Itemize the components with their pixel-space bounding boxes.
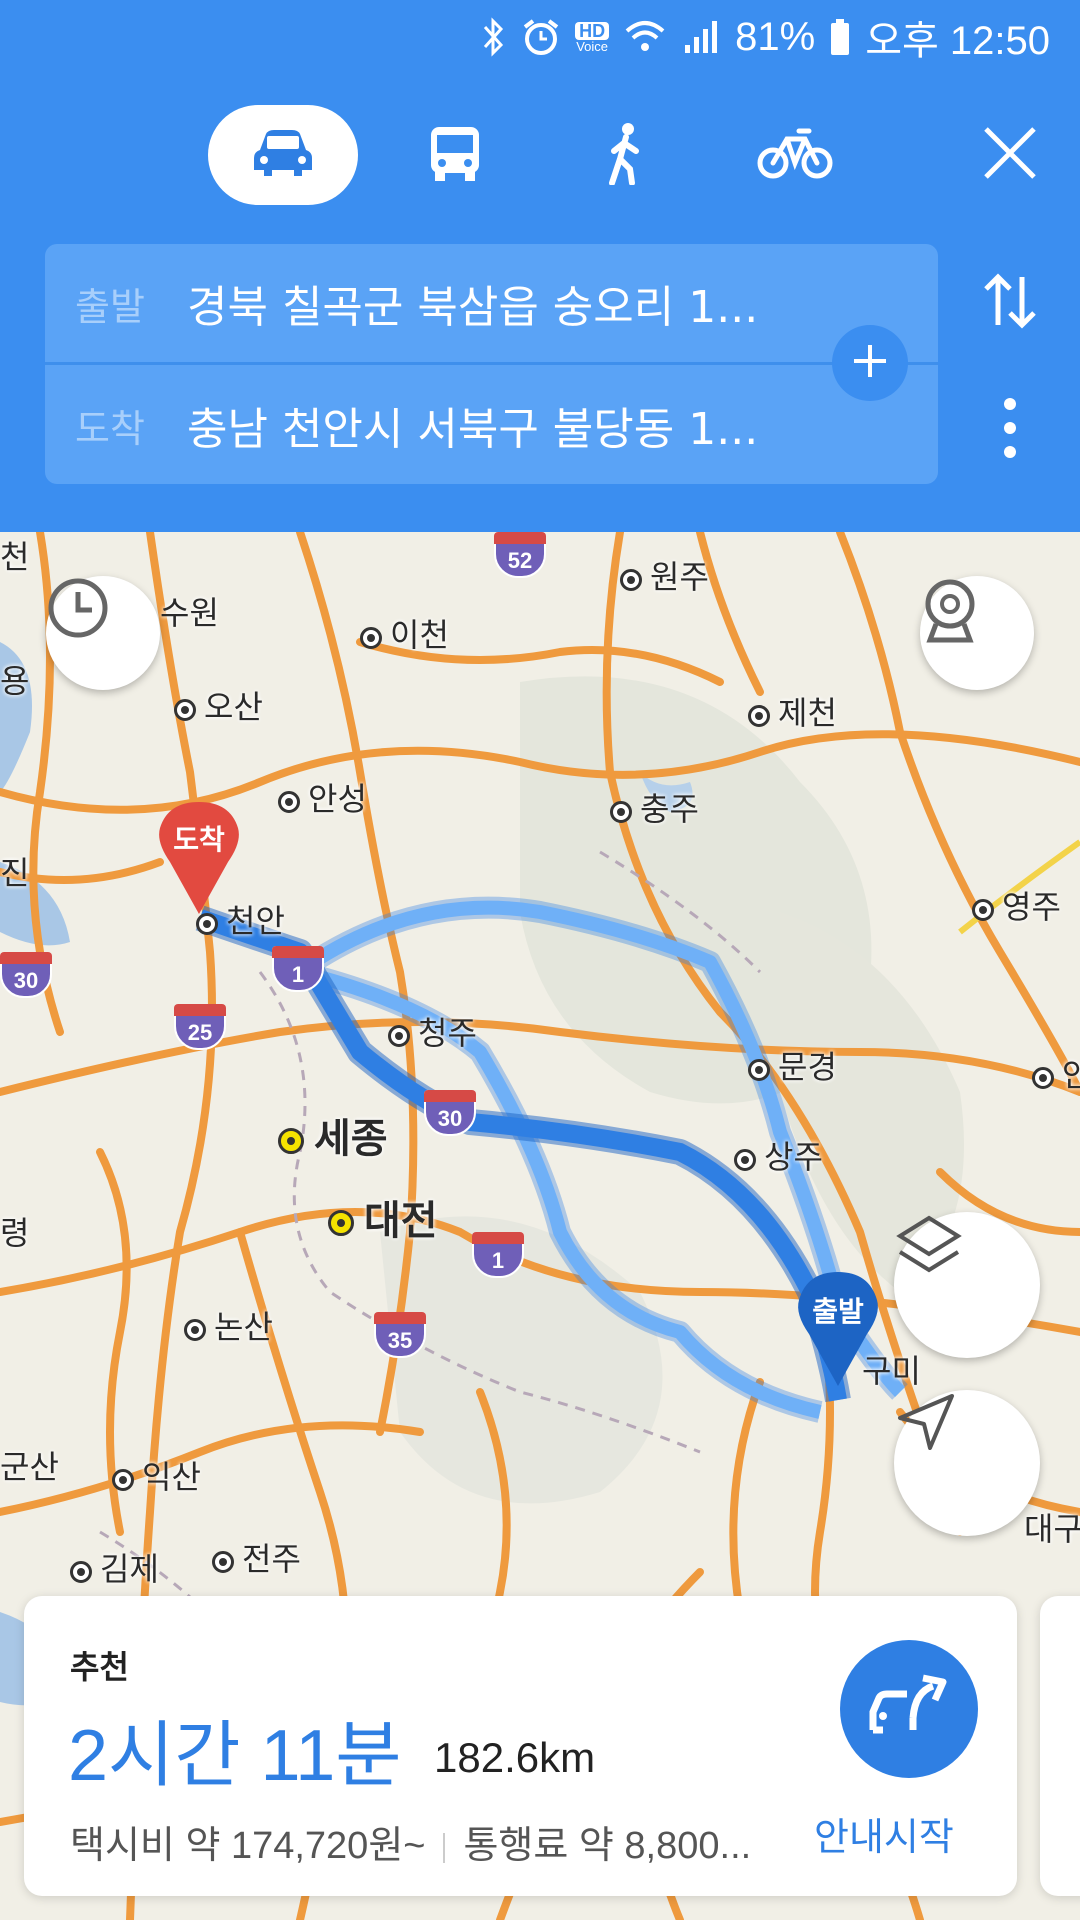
voice-label: Voice [576,38,609,54]
status-bar: HD Voice 81% 오후 12:50 [0,0,1080,72]
city-label: 오산 [174,682,263,728]
highway-shield: 1 [472,1232,524,1278]
my-location-button[interactable] [894,1390,1040,1536]
recommended-tag: 추천 [70,1648,129,1686]
bluetooth-icon [481,17,507,57]
route-header: HD Voice 81% 오후 12:50 출발 경북 칠곡군 북삼읍 숭오리 … [0,0,1080,532]
start-navigation-button[interactable] [840,1640,978,1778]
city-label: 익산 [112,1452,201,1498]
city-label: 세종 [278,1106,388,1164]
city-label: 령 [0,1215,30,1251]
bus-mode-tab[interactable] [395,105,515,205]
map-layers-button[interactable] [894,1212,1040,1358]
start-navigation-label[interactable]: 안내시작 [814,1806,954,1861]
signal-icon [681,17,721,57]
highway-shield: 30 [0,952,52,998]
walk-icon [600,121,650,189]
city-label: 청주 [388,1008,477,1054]
city-label: 전주 [212,1534,301,1580]
origin-text: 경북 칠곡군 북삼읍 숭오리 1... [187,282,759,333]
route-summary-card[interactable]: 추천 2시간 11분 182.6km 택시비 약 174,720원~ 통행료 약 … [24,1596,1017,1896]
city-label: 군산 [0,1449,59,1485]
swap-icon [980,271,1040,335]
origin-field[interactable]: 출발 경북 칠곡군 북삼읍 숭오리 1... [45,244,938,362]
destination-pin-label: 도착 [173,823,225,856]
city-label: 영주 [972,882,1061,928]
more-vertical-icon [1003,396,1017,464]
city-label: 천 [0,539,30,575]
city-label: 수원 [160,595,219,631]
city-label: 문경 [748,1042,837,1088]
route-distance: 182.6km [434,1734,596,1781]
bike-mode-tab[interactable] [735,105,855,205]
city-label: 용 [0,663,30,699]
city-label: 진 [0,855,30,891]
walk-mode-tab[interactable] [565,105,685,205]
route-inputs: 출발 경북 칠곡군 북삼읍 숭오리 1... 도착 충남 천안시 서북구 불당동… [45,244,938,484]
route-duration: 2시간 11분 [68,1716,402,1796]
transport-mode-tabs [0,105,1080,209]
city-label: 김제 [70,1544,159,1590]
route-costs: 택시비 약 174,720원~ 통행료 약 8,800... [70,1814,751,1869]
battery-icon [829,17,851,57]
city-label: 상주 [734,1132,823,1178]
origin-tag: 출발 [75,284,145,329]
hd-label: HD [575,21,610,40]
taxi-fare: 택시비 약 174,720원~ [70,1825,426,1867]
divider [45,362,938,365]
highway-shield: 30 [424,1090,476,1136]
hd-voice-icon: HD Voice [575,21,610,54]
city-label: 이천 [360,610,449,656]
wifi-icon [623,17,667,57]
close-button[interactable] [960,105,1060,205]
close-icon [982,125,1038,185]
city-label: 논산 [184,1302,273,1348]
city-label: 안성 [278,774,367,820]
highway-shield: 35 [374,1312,426,1358]
city-label: 원주 [620,552,709,598]
origin-pin[interactable]: 출발 [795,1268,881,1388]
next-route-card[interactable] [1040,1596,1080,1896]
bus-icon [427,123,483,187]
destination-field[interactable]: 도착 충남 천안시 서북구 불당동 1... [45,366,938,484]
departure-time-button[interactable] [46,576,160,690]
swap-route-button[interactable] [975,268,1045,338]
highway-shield: 52 [494,532,546,578]
more-options-button[interactable] [985,390,1035,470]
highway-shield: 1 [272,946,324,992]
city-label: 대구 [1024,1511,1080,1547]
city-label: 대전 [328,1188,438,1246]
destination-tag: 도착 [75,406,145,451]
car-turn-icon [867,1672,951,1746]
battery-percent: 81% [735,14,816,59]
clock: 오후 12:50 [865,19,1050,63]
toll-fee: 통행료 약 8,800... [463,1825,752,1867]
destination-text: 충남 천안시 서북구 불당동 1... [187,404,759,455]
cctv-button[interactable] [920,576,1034,690]
cost-separator [443,1832,446,1863]
car-mode-tab[interactable] [208,105,358,205]
destination-pin[interactable]: 도착 [156,798,242,916]
alarm-icon [521,17,561,57]
add-waypoint-button[interactable] [832,325,908,401]
highway-shield: 25 [174,1004,226,1050]
origin-pin-label: 출발 [812,1295,864,1328]
city-label: 제천 [748,688,837,734]
status-icons: HD Voice 81% 오후 12:50 [481,12,1050,63]
plus-icon [850,341,890,385]
bike-icon [757,125,833,185]
city-label: 안 [1032,1050,1080,1096]
city-label: 충주 [610,784,699,830]
car-icon [250,126,316,184]
